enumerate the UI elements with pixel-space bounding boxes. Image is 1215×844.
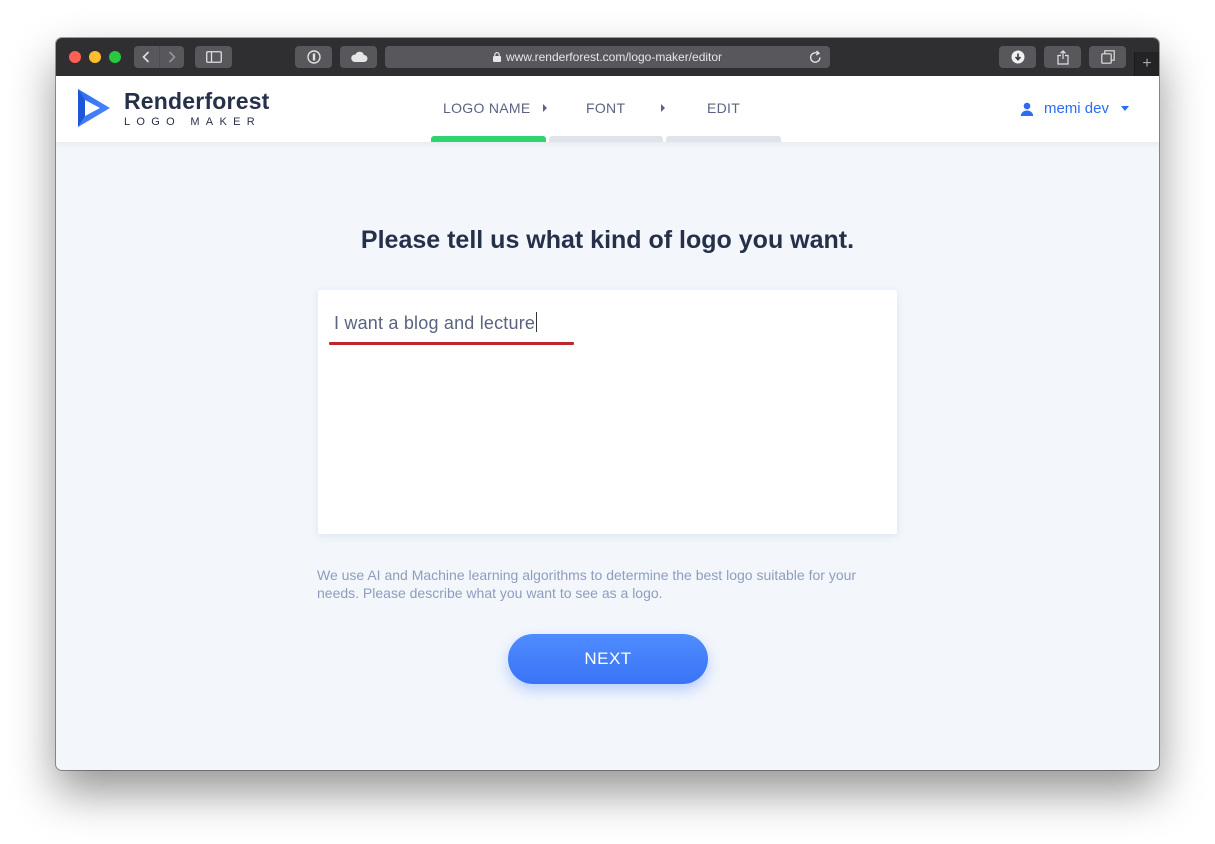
share-icon xyxy=(1056,49,1069,65)
downloads-button[interactable] xyxy=(999,46,1036,68)
step-font[interactable]: FONT xyxy=(586,100,625,116)
chevron-right-icon xyxy=(168,51,176,63)
spellcheck-underline xyxy=(329,342,574,345)
caret-down-icon xyxy=(1121,106,1129,111)
tabs-icon xyxy=(1100,50,1115,64)
chevron-right-icon xyxy=(543,104,547,112)
tab-overview-button[interactable] xyxy=(1089,46,1126,68)
sidebar-toggle-button[interactable] xyxy=(195,46,232,68)
reload-icon[interactable] xyxy=(809,50,822,64)
sidebar-icon xyxy=(205,51,222,63)
textarea-value-text: I want a blog and lecture xyxy=(334,313,536,333)
history-nav xyxy=(134,46,184,68)
chevron-right-icon xyxy=(661,104,665,112)
text-cursor xyxy=(536,312,538,332)
back-button[interactable] xyxy=(134,46,159,68)
forward-button[interactable] xyxy=(158,46,185,68)
plus-icon: + xyxy=(1142,55,1152,72)
user-name: memi dev xyxy=(1043,100,1109,117)
browser-window: www.renderforest.com/logo-maker/editor + xyxy=(56,38,1159,770)
help-text: We use AI and Machine learning algorithm… xyxy=(317,567,857,601)
brand-name[interactable]: Renderforest xyxy=(124,88,270,115)
browser-toolbar: www.renderforest.com/logo-maker/editor + xyxy=(56,38,1159,77)
icloud-button[interactable] xyxy=(340,46,377,68)
share-button[interactable] xyxy=(1044,46,1081,68)
step-progress-edit xyxy=(666,136,781,142)
close-window-button[interactable] xyxy=(69,51,81,63)
step-progress-font xyxy=(549,136,663,142)
cloud-icon xyxy=(350,51,367,62)
step-progress-logo-name xyxy=(431,136,546,142)
download-icon xyxy=(1011,50,1024,64)
textarea-value: I want a blog and lecture xyxy=(334,312,538,334)
user-menu[interactable]: memi dev xyxy=(1020,100,1129,117)
lock-icon xyxy=(492,52,501,62)
step-edit[interactable]: EDIT xyxy=(707,100,740,116)
address-bar[interactable]: www.renderforest.com/logo-maker/editor xyxy=(385,46,830,68)
chevron-left-icon xyxy=(142,51,150,63)
page-title: Please tell us what kind of logo you wan… xyxy=(360,226,855,254)
brand-subtitle: LOGO MAKER xyxy=(124,116,261,128)
logo-description-textarea[interactable]: I want a blog and lecture xyxy=(318,290,897,534)
zoom-window-button[interactable] xyxy=(109,51,121,63)
password-manager-icon xyxy=(306,50,321,64)
new-tab-button[interactable]: + xyxy=(1134,52,1159,76)
address-text: www.renderforest.com/logo-maker/editor xyxy=(505,50,723,64)
minimize-window-button[interactable] xyxy=(89,51,101,63)
next-button[interactable]: NEXT xyxy=(508,634,708,684)
app-header: Renderforest LOGO MAKER LOGO NAME FONT E… xyxy=(56,76,1159,142)
user-icon xyxy=(1020,102,1034,116)
renderforest-logo-icon[interactable] xyxy=(77,88,111,128)
password-manager-button[interactable] xyxy=(295,46,332,68)
step-logo-name[interactable]: LOGO NAME xyxy=(443,100,531,116)
